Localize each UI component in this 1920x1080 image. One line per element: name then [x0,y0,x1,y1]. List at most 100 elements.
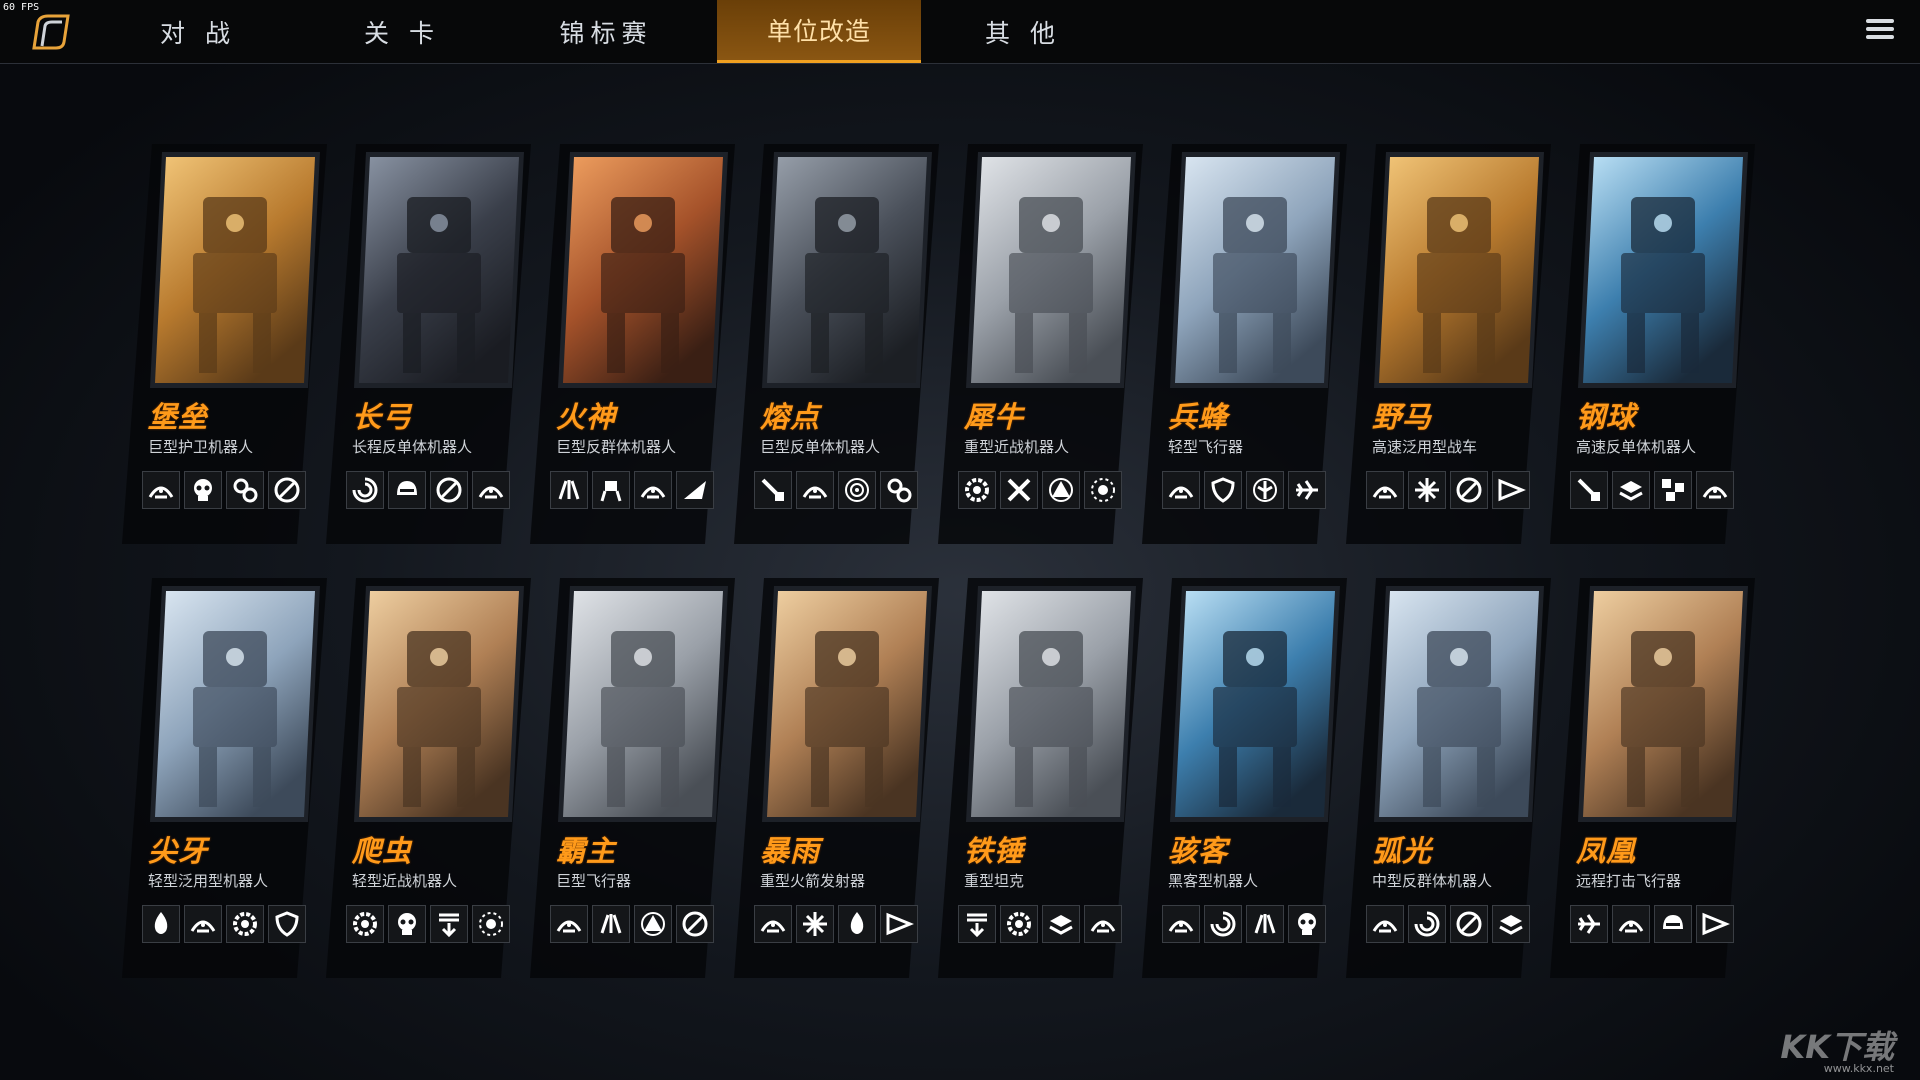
shield-arc-icon[interactable] [754,905,792,943]
unit-portrait[interactable] [155,591,315,817]
unit-portrait[interactable] [563,591,723,817]
gears-icon[interactable] [226,471,264,509]
tab-unit-upgrade[interactable]: 单位改造 [717,0,921,63]
unit-portrait[interactable] [971,157,1131,383]
tree-icon[interactable] [1246,471,1284,509]
shield-icon[interactable] [268,905,306,943]
unit-card[interactable]: 骇客 黑客型机器人 [1142,578,1347,978]
helmet-icon[interactable] [388,471,426,509]
unit-card[interactable]: 铁锤 重型坦克 [938,578,1143,978]
unit-card[interactable]: 尖牙 轻型泛用型机器人 [122,578,327,978]
unit-portrait[interactable] [563,157,723,383]
skull-icon[interactable] [388,905,426,943]
unit-portrait[interactable] [971,591,1131,817]
unit-card[interactable]: 长弓 长程反单体机器人 [326,144,531,544]
gear-icon[interactable] [958,471,996,509]
triangle-icon[interactable] [634,905,672,943]
unit-card[interactable]: 爬虫 轻型近战机器人 [326,578,531,978]
unit-card[interactable]: 暴雨 重型火箭发射器 [734,578,939,978]
drop-icon[interactable] [430,905,468,943]
layers-icon[interactable] [1492,905,1530,943]
unit-card[interactable]: 兵蜂 轻型飞行器 [1142,144,1347,544]
gear-icon[interactable] [226,905,264,943]
no-entry-icon[interactable] [1450,905,1488,943]
no-entry-icon[interactable] [268,471,306,509]
no-entry-icon[interactable] [430,471,468,509]
unit-card[interactable]: 熔点 巨型反单体机器人 [734,144,939,544]
laser-icon[interactable] [754,471,792,509]
shield-icon[interactable] [1204,471,1242,509]
unit-card[interactable]: 火神 巨型反群体机器人 [530,144,735,544]
skull-icon[interactable] [1288,905,1326,943]
jet-icon[interactable] [1288,471,1326,509]
shield-arc-icon[interactable] [1162,471,1200,509]
shield-arc-icon[interactable] [1162,905,1200,943]
gear-icon[interactable] [1000,905,1038,943]
menu-icon[interactable] [1866,19,1894,43]
shield-arc-icon[interactable] [184,905,222,943]
shield-arc-icon[interactable] [1612,905,1650,943]
unit-card[interactable]: 弧光 中型反群体机器人 [1346,578,1551,978]
unit-card[interactable]: 堡垒 巨型护卫机器人 [122,144,327,544]
claw-icon[interactable] [550,471,588,509]
unit-portrait[interactable] [359,591,519,817]
tab-battle[interactable]: 对 战 [96,0,300,63]
jet-icon[interactable] [1570,905,1608,943]
shield-arc-icon[interactable] [634,471,672,509]
spark-icon[interactable] [1408,471,1446,509]
spark-icon[interactable] [796,905,834,943]
blocks-icon[interactable] [1654,471,1692,509]
shield-arc-icon[interactable] [1366,471,1404,509]
gears-icon[interactable] [880,471,918,509]
unit-portrait[interactable] [155,157,315,383]
shield-arc-icon[interactable] [796,471,834,509]
layers-icon[interactable] [1612,471,1650,509]
game-logo-icon[interactable] [28,12,76,52]
swirl-icon[interactable] [346,471,384,509]
claw-icon[interactable] [1246,905,1284,943]
tab-tournament[interactable]: 锦标赛 [504,0,708,63]
mech-icon[interactable] [592,471,630,509]
shield-arc-icon[interactable] [472,471,510,509]
unit-card[interactable]: 野马 高速泛用型战车 [1346,144,1551,544]
unit-card[interactable]: 犀牛 重型近战机器人 [938,144,1143,544]
tools-icon[interactable] [1000,471,1038,509]
no-entry-icon[interactable] [1450,471,1488,509]
arrow-icon[interactable] [880,905,918,943]
unit-card[interactable]: 凤凰 远程打击飞行器 [1550,578,1755,978]
unit-portrait[interactable] [1175,157,1335,383]
shield-arc-icon[interactable] [1696,471,1734,509]
arrow-icon[interactable] [1492,471,1530,509]
unit-portrait[interactable] [767,157,927,383]
triangle-icon[interactable] [1042,471,1080,509]
skull-icon[interactable] [184,471,222,509]
drop-icon[interactable] [958,905,996,943]
unit-portrait[interactable] [359,157,519,383]
burst-icon[interactable] [472,905,510,943]
unit-card[interactable]: 霸主 巨型飞行器 [530,578,735,978]
shield-arc-icon[interactable] [550,905,588,943]
flame-icon[interactable] [142,905,180,943]
layers-icon[interactable] [1042,905,1080,943]
unit-portrait[interactable] [767,591,927,817]
shield-arc-icon[interactable] [142,471,180,509]
unit-portrait[interactable] [1379,591,1539,817]
gear-icon[interactable] [346,905,384,943]
unit-portrait[interactable] [1583,591,1743,817]
no-entry-icon[interactable] [676,905,714,943]
claw-icon[interactable] [592,905,630,943]
unit-portrait[interactable] [1583,157,1743,383]
swirl-icon[interactable] [1204,905,1242,943]
flame-icon[interactable] [838,905,876,943]
laser-icon[interactable] [1570,471,1608,509]
tab-levels[interactable]: 关 卡 [300,0,504,63]
tab-other[interactable]: 其 他 [921,0,1125,63]
swirl-icon[interactable] [1408,905,1446,943]
shield-arc-icon[interactable] [1084,905,1122,943]
target-icon[interactable] [838,471,876,509]
shield-arc-icon[interactable] [1366,905,1404,943]
burst-icon[interactable] [1084,471,1122,509]
unit-portrait[interactable] [1175,591,1335,817]
arrow-icon[interactable] [1696,905,1734,943]
helmet-icon[interactable] [1654,905,1692,943]
